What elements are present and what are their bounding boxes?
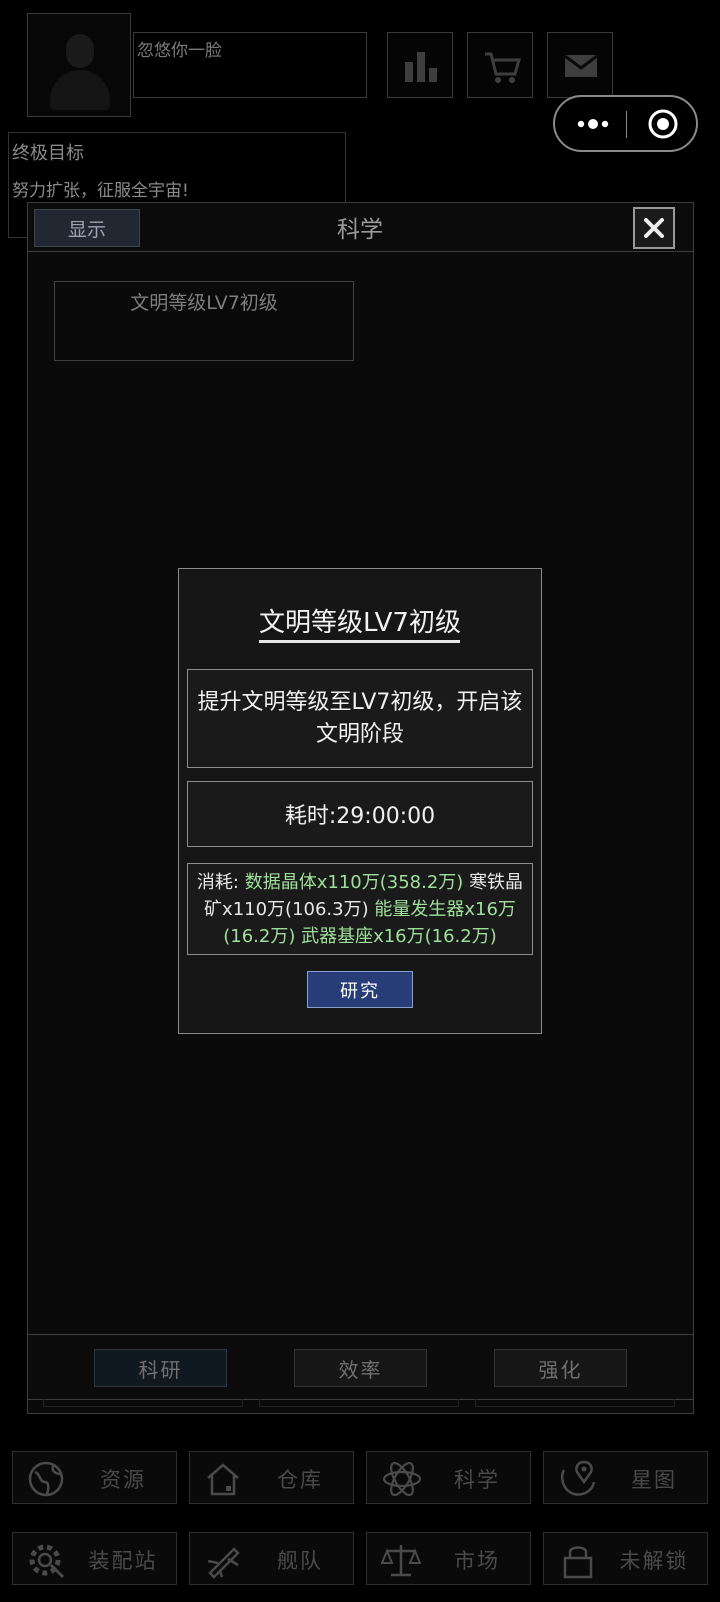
goal-title: 终极目标: [12, 143, 84, 164]
dialog-title-underline: [259, 640, 460, 643]
ship-icon: [207, 1547, 240, 1579]
cost-label: 消耗:: [196, 872, 239, 893]
tech-card-name: 文明等级LV7初级: [130, 292, 278, 314]
scale-icon: [381, 1545, 421, 1577]
capsule-divider: [626, 111, 627, 138]
dialog-description: 提升文明等级至LV7初级，开启该文明阶段: [197, 689, 523, 747]
shop-button[interactable]: [467, 32, 533, 98]
dialog-description-box: 提升文明等级至LV7初级，开启该文明阶段: [187, 669, 533, 768]
avatar[interactable]: [27, 13, 131, 117]
nav-starmap[interactable]: 星图: [543, 1451, 708, 1504]
dialog-cost-box: 消耗: 数据晶体x110万(358.2万) 寒铁晶矿x110万(106.3万) …: [187, 863, 533, 955]
goal-description: 努力扩张，征服全宇宙!: [12, 181, 189, 201]
tab-efficiency[interactable]: 效率: [294, 1349, 427, 1387]
nav-locked-label: 未解锁: [619, 1549, 689, 1573]
nav-assembly-label: 装配站: [88, 1549, 158, 1573]
nav-locked[interactable]: 未解锁: [543, 1532, 708, 1585]
avatar-body: [50, 70, 110, 110]
close-button[interactable]: [633, 207, 675, 249]
nav-warehouse-label: 仓库: [277, 1468, 323, 1492]
nav-starmap-label: 星图: [631, 1468, 677, 1492]
target-close-icon[interactable]: [647, 108, 679, 140]
nav-science[interactable]: 科学: [366, 1451, 531, 1504]
stats-button[interactable]: [387, 32, 453, 98]
avatar-head: [66, 34, 94, 68]
nav-assembly[interactable]: 装配站: [12, 1532, 177, 1585]
tab-enhance[interactable]: 强化: [494, 1349, 627, 1387]
more-dots-icon[interactable]: [573, 109, 613, 139]
dialog-title: 文明等级LV7初级: [259, 608, 461, 638]
dialog-time-box: 耗时:29:00:00: [187, 781, 533, 847]
miniprogram-capsule: [553, 95, 698, 152]
nav-resources[interactable]: 资源: [12, 1451, 177, 1504]
dialog-time: 耗时:29:00:00: [284, 804, 436, 829]
close-icon: [644, 218, 664, 238]
house-icon: [207, 1463, 239, 1496]
mail-icon: [564, 54, 598, 77]
nav-fleet-label: 舰队: [277, 1549, 323, 1573]
panel-edge-right: [475, 1399, 675, 1407]
panel-edge-left: [43, 1399, 243, 1407]
panel-edge-middle: [259, 1399, 459, 1407]
nav-science-label: 科学: [454, 1468, 500, 1492]
nav-warehouse[interactable]: 仓库: [189, 1451, 354, 1504]
gear-icon: [29, 1544, 65, 1579]
map-pin-icon: [560, 1460, 596, 1496]
cost-item: 武器基座x16万(16.2万): [301, 926, 497, 947]
cart-icon: [485, 52, 521, 83]
nickname: 忽悠你一脸: [137, 41, 222, 61]
nav-market-label: 市场: [454, 1549, 500, 1573]
globe-icon: [28, 1461, 64, 1497]
lock-icon: [563, 1546, 593, 1579]
research-button[interactable]: 研究: [307, 971, 413, 1008]
nav-resources-label: 资源: [100, 1468, 146, 1492]
science-title: 科学: [337, 217, 383, 243]
nav-market[interactable]: 市场: [366, 1532, 531, 1585]
cost-item: 数据晶体x110万(358.2万): [244, 872, 464, 893]
mail-button[interactable]: [547, 32, 613, 98]
bar-chart-icon: [405, 52, 437, 82]
tab-research[interactable]: 科研: [94, 1349, 227, 1387]
nav-fleet[interactable]: 舰队: [189, 1532, 354, 1585]
atom-icon: [382, 1461, 422, 1497]
